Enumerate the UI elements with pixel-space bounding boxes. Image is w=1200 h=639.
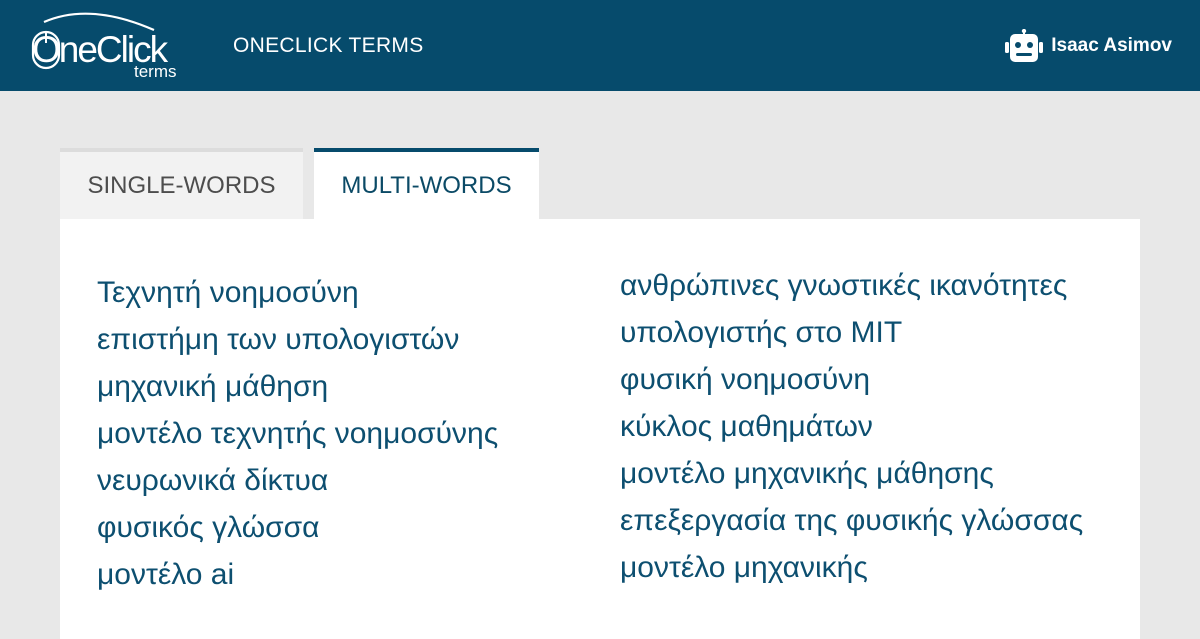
user-menu[interactable]: Isaac Asimov <box>1005 29 1172 63</box>
oneclick-logo[interactable]: OneClick terms <box>30 8 195 84</box>
app-title: ONECLICK TERMS <box>233 34 424 57</box>
term-link[interactable]: υπολογιστής στο MIT <box>620 309 1083 356</box>
term-link[interactable]: μοντέλο μηχανικής <box>620 544 1083 591</box>
term-link[interactable]: μοντέλο ai <box>97 551 498 598</box>
term-link[interactable]: κύκλος μαθημάτων <box>620 403 1083 450</box>
terms-panel: Τεχνητή νοημοσύνη επιστήμη των υπολογιστ… <box>60 219 1140 639</box>
term-link[interactable]: Τεχνητή νοημοσύνη <box>97 269 498 316</box>
tab-label: MULTI-WORDS <box>341 171 512 199</box>
term-link[interactable]: επιστήμη των υπολογιστών <box>97 316 498 363</box>
term-link[interactable]: μηχανική μάθηση <box>97 363 498 410</box>
term-link[interactable]: φυσικός γλώσσα <box>97 504 498 551</box>
term-link[interactable]: νευρωνικά δίκτυα <box>97 457 498 504</box>
terms-list-left: Τεχνητή νοημοσύνη επιστήμη των υπολογιστ… <box>97 269 498 598</box>
term-link[interactable]: μοντέλο τεχνητής νοημοσύνης <box>97 410 498 457</box>
terms-list-right: ανθρώπινες γνωστικές ικανότητες υπολογισ… <box>620 262 1083 591</box>
tab-label: SINGLE-WORDS <box>87 171 276 199</box>
term-link[interactable]: φυσική νοημοσύνη <box>620 356 1083 403</box>
top-bar: OneClick terms ONECLICK TERMS Isaac Asim… <box>0 0 1200 91</box>
robot-icon <box>1005 29 1044 62</box>
term-link[interactable]: ανθρώπινες γνωστικές ικανότητες <box>620 262 1083 309</box>
term-link[interactable]: επεξεργασία της φυσικής γλώσσας <box>620 497 1083 544</box>
user-name: Isaac Asimov <box>1051 35 1172 56</box>
tab-single-words[interactable]: SINGLE-WORDS <box>60 148 303 219</box>
term-link[interactable]: μοντέλο μηχανικής μάθησης <box>620 450 1083 497</box>
logo-subtitle: terms <box>134 62 177 81</box>
tab-multi-words[interactable]: MULTI-WORDS <box>314 148 539 219</box>
